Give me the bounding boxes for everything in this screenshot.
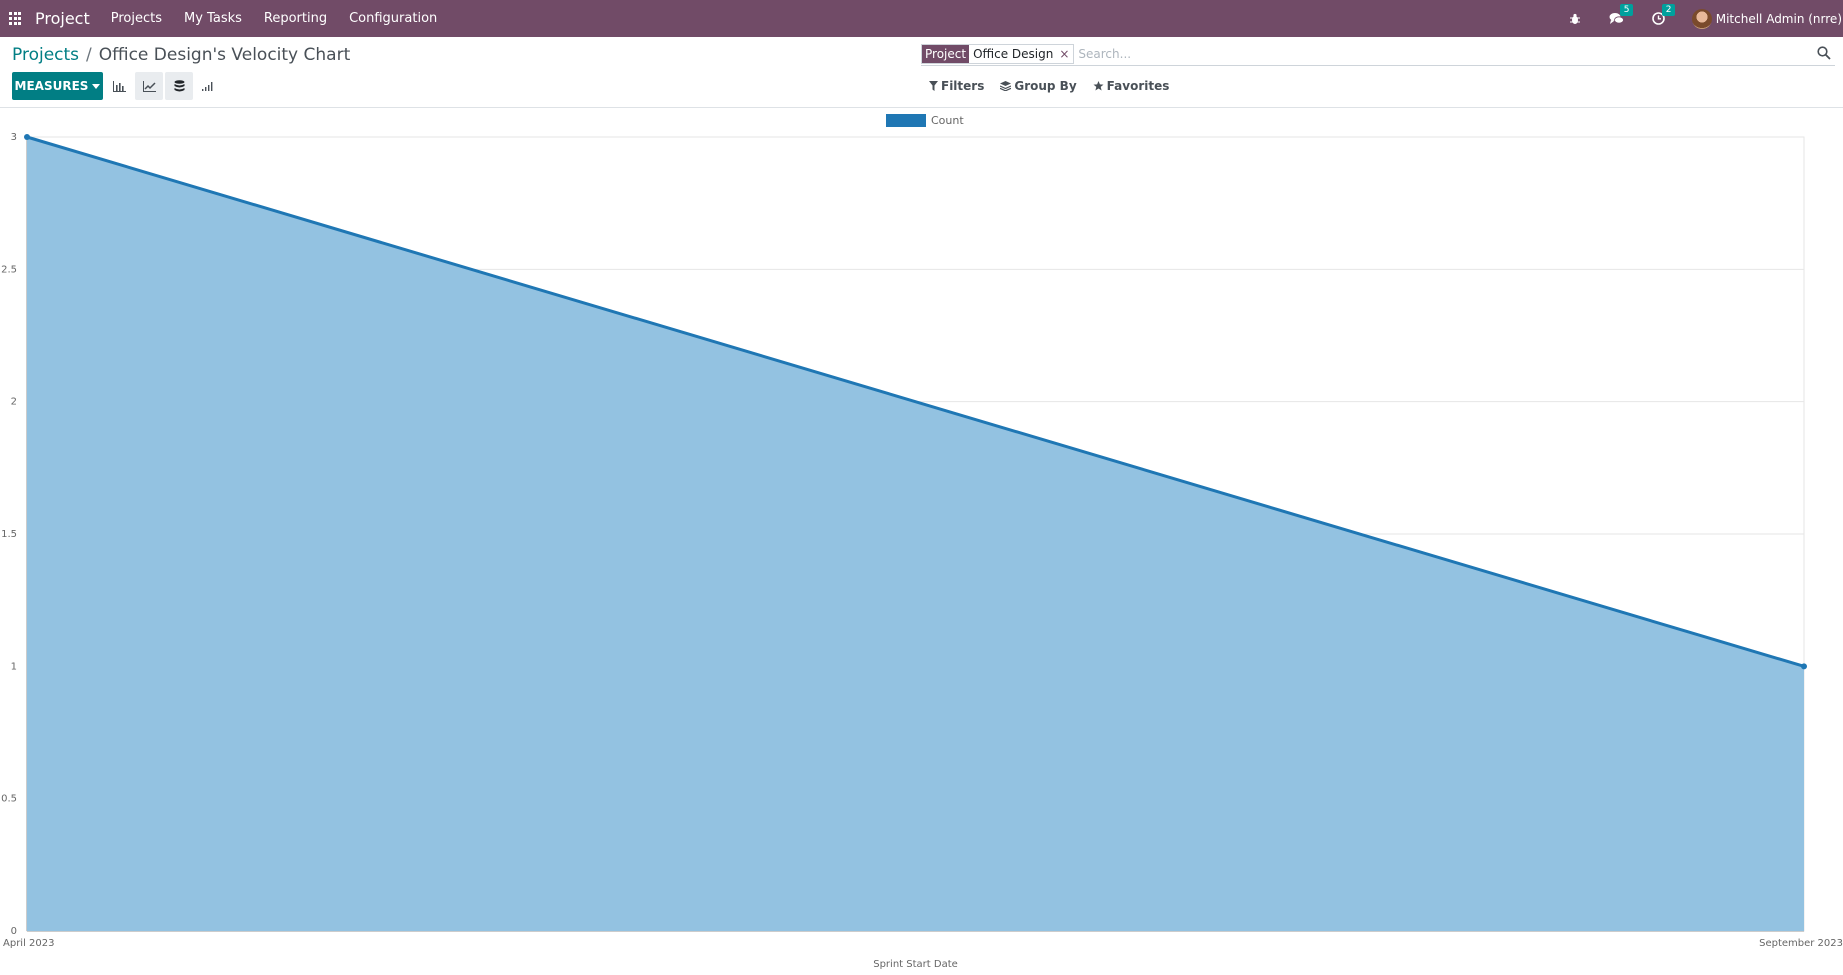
apps-menu-icon[interactable] xyxy=(9,11,23,26)
breadcrumb-projects-link[interactable]: Projects xyxy=(12,45,79,65)
y-tick-label: 3 xyxy=(11,132,17,143)
activities-count-badge: 2 xyxy=(1661,3,1676,16)
data-point xyxy=(1801,663,1807,670)
filters-label: Filters xyxy=(941,79,985,93)
search-icon[interactable] xyxy=(1817,46,1831,60)
velocity-chart: 0 0.5 1 1.5 2 2.5 3 April 2023 September 2023 Spr… xyxy=(1,132,1843,970)
facet-category: Project xyxy=(922,44,970,63)
avatar xyxy=(1691,8,1712,29)
x-axis-label: Sprint Start Date xyxy=(873,959,958,970)
y-tick-label: 0.5 xyxy=(1,794,17,805)
line-chart-icon xyxy=(142,80,156,92)
layers-icon xyxy=(1000,81,1012,91)
data-point xyxy=(24,134,30,140)
page-title: Office Design's Velocity Chart xyxy=(98,45,351,65)
y-tick-label: 1 xyxy=(11,661,17,672)
bar-chart-icon xyxy=(112,80,126,92)
menu-configuration[interactable]: Configuration xyxy=(349,11,437,26)
measures-label: MEASURES xyxy=(14,79,89,93)
favorites-button[interactable]: Favorites xyxy=(1093,79,1170,93)
breadcrumb: Projects / Office Design's Velocity Char… xyxy=(12,45,350,65)
y-tick-label: 2.5 xyxy=(1,264,17,275)
search-input[interactable] xyxy=(1078,43,1779,64)
descending-icon xyxy=(202,82,213,91)
x-tick-label: April 2023 xyxy=(3,938,54,949)
facet-value-label: Office Design xyxy=(973,46,1054,61)
breadcrumb-separator: / xyxy=(86,45,92,65)
caret-down-icon xyxy=(92,83,101,89)
chart-area: Count 0 0.5 1 1.5 2 2.5 3 April 2023 September 2… xyxy=(0,108,1843,975)
star-icon xyxy=(1093,81,1104,91)
favorites-label: Favorites xyxy=(1106,79,1170,93)
search-facet: Project Office Design × xyxy=(921,43,1075,64)
funnel-icon xyxy=(929,81,938,91)
y-tick-label: 2 xyxy=(11,397,17,408)
descending-button[interactable] xyxy=(194,72,222,100)
stacked-icon xyxy=(174,80,184,92)
filters-button[interactable]: Filters xyxy=(929,79,984,93)
messages-count-badge: 5 xyxy=(1619,3,1634,16)
group-by-button[interactable]: Group By xyxy=(1000,79,1077,93)
menu-reporting[interactable]: Reporting xyxy=(264,11,327,26)
top-navbar: Project Projects My Tasks Reporting Conf… xyxy=(0,0,1843,37)
navbar-systray: 5 2 Mitchell Admin (nrre) xyxy=(1566,0,1843,37)
search-bar: Project Office Design × xyxy=(921,42,1835,66)
bar-chart-button[interactable] xyxy=(105,72,133,100)
messages-icon[interactable]: 5 xyxy=(1608,3,1634,28)
facet-remove-icon[interactable]: × xyxy=(1059,45,1069,63)
control-panel: Projects / Office Design's Velocity Char… xyxy=(0,37,1843,108)
menu-my-tasks[interactable]: My Tasks xyxy=(184,11,242,26)
user-menu[interactable]: Mitchell Admin (nrre) xyxy=(1691,8,1843,29)
line-chart-button[interactable] xyxy=(135,72,163,100)
y-tick-label: 0 xyxy=(11,926,17,937)
group-by-label: Group By xyxy=(1014,79,1077,93)
measures-button[interactable]: MEASURES xyxy=(12,72,103,100)
x-tick-label: September 2023 xyxy=(1759,938,1843,949)
stacked-button[interactable] xyxy=(165,72,193,100)
app-name[interactable]: Project xyxy=(35,9,90,28)
facet-value: Office Design × xyxy=(969,45,1073,63)
debug-bug-icon[interactable] xyxy=(1566,10,1584,28)
user-name: Mitchell Admin (nrre) xyxy=(1715,11,1842,26)
search-options: Filters Group By Favorites xyxy=(929,79,1185,93)
y-tick-label: 1.5 xyxy=(1,529,17,540)
activities-clock-icon[interactable]: 2 xyxy=(1650,3,1676,28)
menu-projects[interactable]: Projects xyxy=(111,11,162,26)
